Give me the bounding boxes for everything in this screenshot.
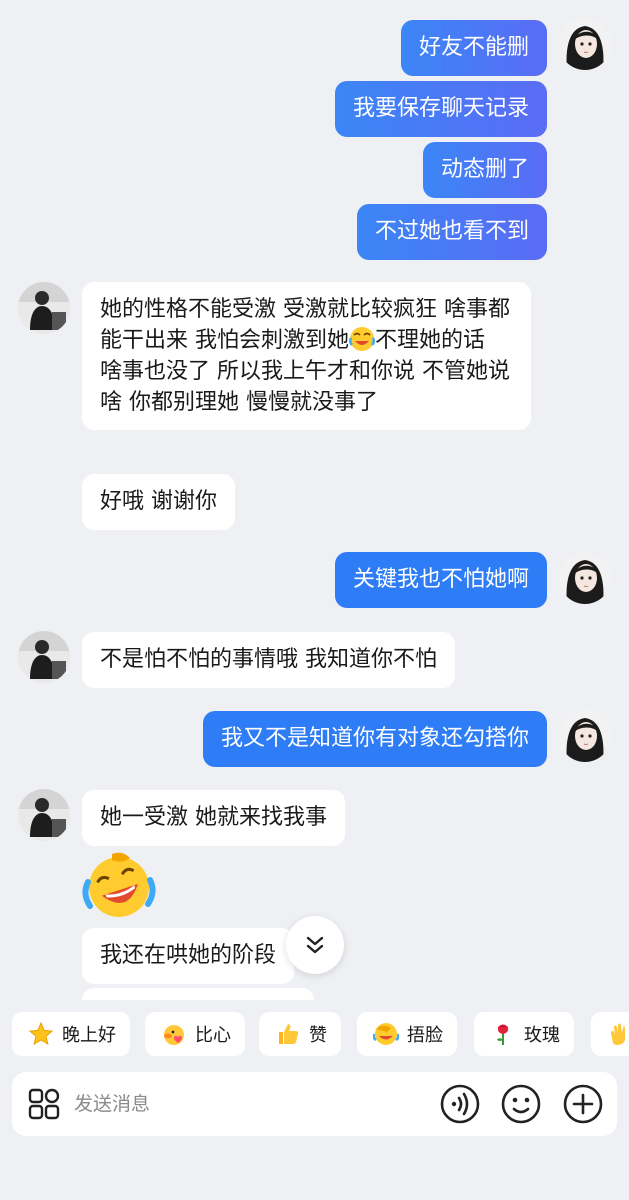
contact-avatar[interactable] xyxy=(18,282,70,334)
facepalm-icon xyxy=(373,1023,399,1045)
rofl-emoji-icon xyxy=(349,327,375,351)
chip-label: 比心 xyxy=(195,1025,231,1046)
avatar-image-man-sitting xyxy=(18,789,70,841)
message-input[interactable] xyxy=(74,1084,374,1124)
quick-reply-chip[interactable]: 赞 xyxy=(259,1012,341,1056)
emoji-smiley-icon[interactable] xyxy=(501,1084,541,1124)
rose-icon xyxy=(497,1024,509,1045)
avatar-image-man-sitting xyxy=(18,631,70,683)
chip-label: 晚上好 xyxy=(62,1025,116,1046)
outgoing-message[interactable]: 我又不是知道你有对象还勾搭你 xyxy=(202,711,547,767)
outgoing-message[interactable]: 动态删了 xyxy=(422,142,547,198)
incoming-message[interactable]: 我还在哄她的阶段 xyxy=(82,928,295,984)
chip-label: 赞 xyxy=(309,1025,327,1046)
star-icon xyxy=(28,1021,54,1046)
message-input-bar xyxy=(12,1072,617,1136)
quick-reply-chip[interactable]: 比心 xyxy=(145,1012,245,1056)
outgoing-message[interactable]: 好友不能删 xyxy=(400,20,547,76)
my-avatar[interactable] xyxy=(559,552,611,604)
rofl-emoji-sticker[interactable] xyxy=(82,850,156,924)
incoming-message-partial xyxy=(82,988,314,1000)
double-chevron-down-icon xyxy=(306,936,324,954)
chat-area[interactable]: 好友不能删 我要保存聊天记录 动态删了 不过她也看不到 她的性格不能受激 受激就… xyxy=(0,0,629,1000)
quick-reply-chip[interactable]: 晚上好 xyxy=(12,1012,130,1056)
clap-icon xyxy=(611,1023,625,1045)
chip-label: 玫瑰 xyxy=(524,1025,560,1046)
avatar-image-anime-girl xyxy=(559,552,611,604)
duck-heart-icon xyxy=(164,1025,184,1045)
incoming-message[interactable]: 好哦 谢谢你 xyxy=(82,474,235,530)
incoming-message[interactable]: 她的性格不能受激 受激就比较疯狂 啥事都能干出来 我怕会刺激到她 不理她的话 啥… xyxy=(82,282,531,430)
outgoing-message[interactable]: 我要保存聊天记录 xyxy=(334,81,547,137)
chip-label: 捂脸 xyxy=(407,1025,443,1046)
contact-avatar[interactable] xyxy=(18,789,70,841)
scroll-to-bottom-button[interactable] xyxy=(286,916,344,974)
apps-grid-icon[interactable] xyxy=(28,1088,60,1120)
voice-icon[interactable] xyxy=(440,1084,480,1124)
avatar-image-anime-girl xyxy=(559,18,611,70)
outgoing-message[interactable]: 不过她也看不到 xyxy=(356,204,547,260)
contact-avatar[interactable] xyxy=(18,631,70,683)
quick-reply-chip[interactable] xyxy=(591,1012,629,1056)
outgoing-message[interactable]: 关键我也不怕她啊 xyxy=(334,552,547,608)
incoming-message[interactable]: 不是怕不怕的事情哦 我知道你不怕 xyxy=(82,632,455,688)
my-avatar[interactable] xyxy=(559,18,611,70)
quick-reply-chip[interactable]: 玫瑰 xyxy=(474,1012,574,1056)
add-plus-icon[interactable] xyxy=(563,1084,603,1124)
quick-reply-chip[interactable]: 捂脸 xyxy=(357,1012,457,1056)
thumbs-up-icon xyxy=(279,1024,299,1044)
avatar-image-anime-girl xyxy=(559,710,611,762)
my-avatar[interactable] xyxy=(559,710,611,762)
quick-reply-bar[interactable]: 晚上好 比心 赞 捂脸 玫瑰 xyxy=(0,1008,629,1060)
incoming-message[interactable]: 她一受激 她就来找我事 xyxy=(82,790,345,846)
avatar-image-man-sitting xyxy=(18,282,70,334)
